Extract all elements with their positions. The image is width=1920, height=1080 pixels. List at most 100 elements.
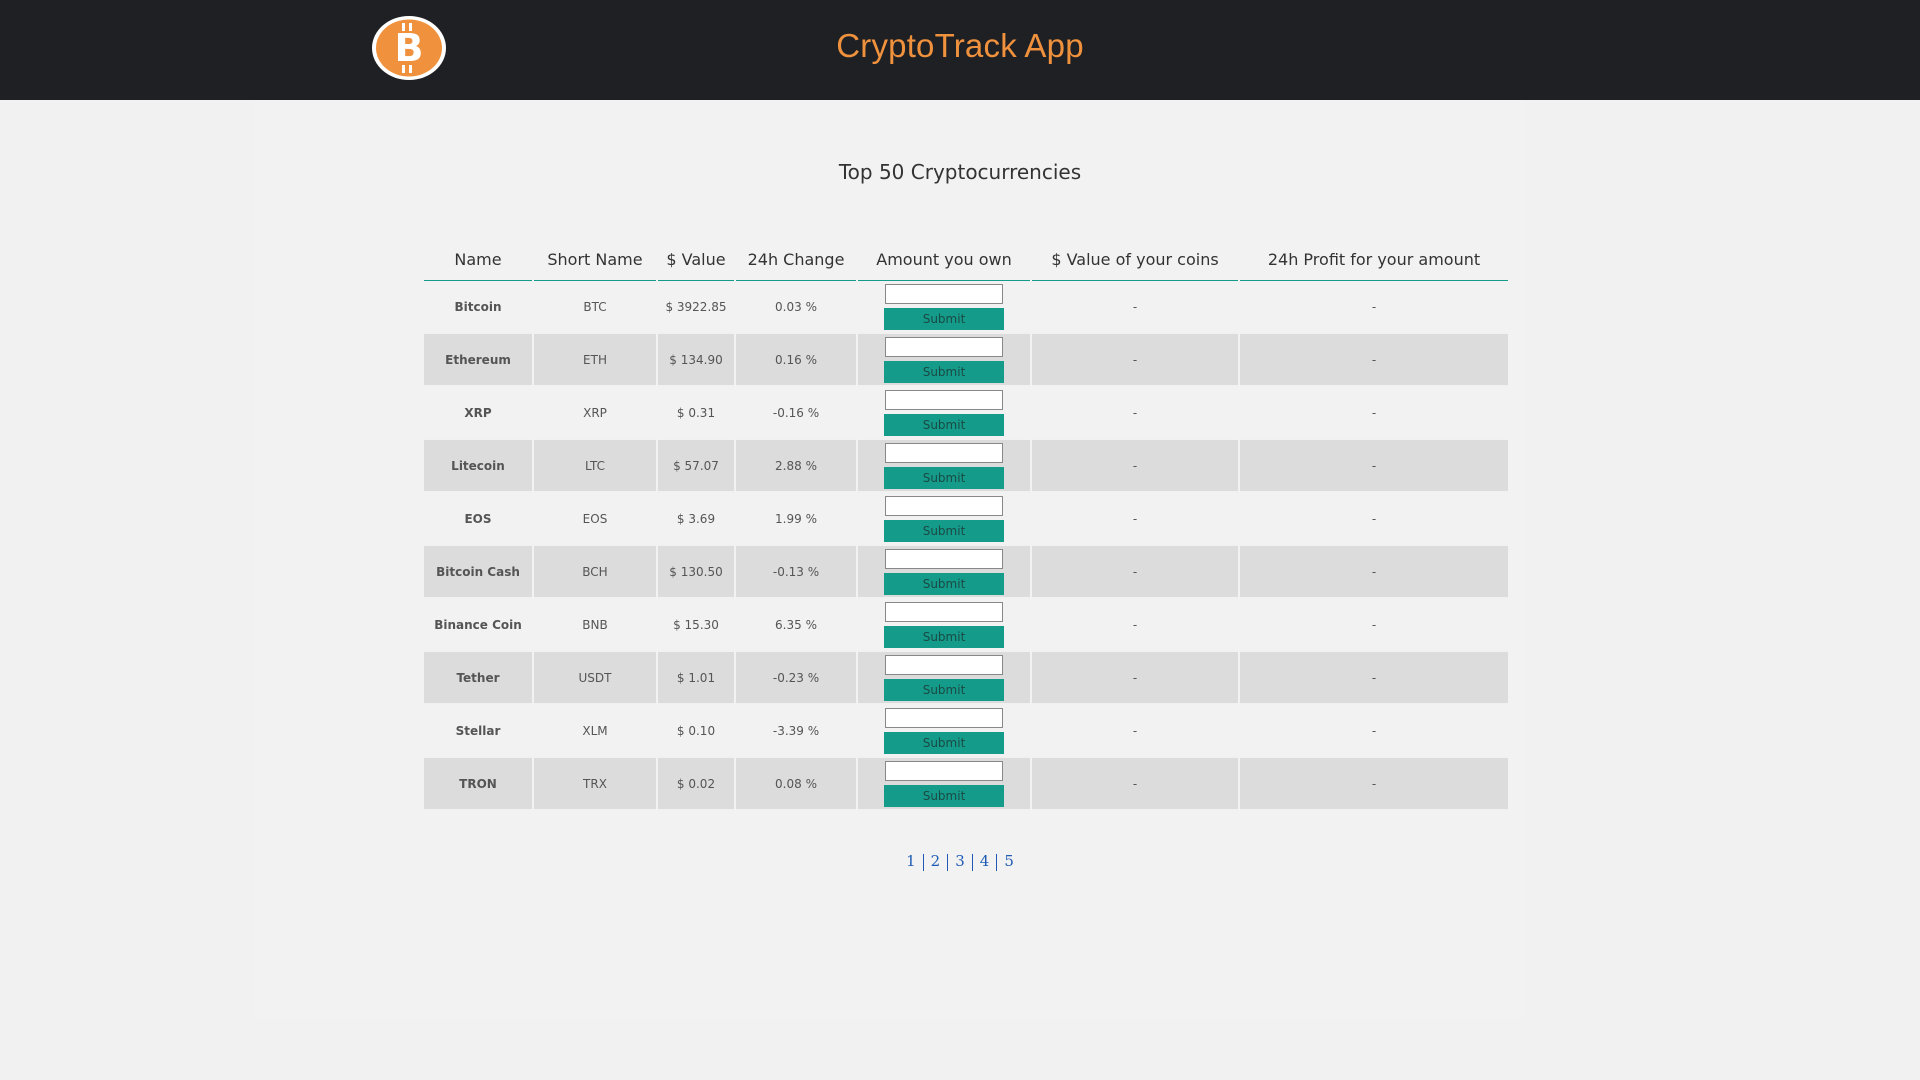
amount-input[interactable] bbox=[885, 760, 1003, 781]
coin-24h-profit: - bbox=[1240, 652, 1508, 705]
coin-value: $ 134.90 bbox=[658, 334, 734, 387]
table-row: Litecoin LTC $ 57.07 2.88 % Submit - - bbox=[424, 440, 1508, 493]
coin-24h-profit: - bbox=[1240, 334, 1508, 387]
coins-value: - bbox=[1032, 334, 1238, 387]
header-value: $ Value bbox=[658, 238, 734, 281]
coin-name[interactable]: Ethereum bbox=[424, 334, 532, 387]
coin-value: $ 15.30 bbox=[658, 599, 734, 652]
submit-button[interactable]: Submit bbox=[884, 360, 1004, 383]
coin-short-name: BCH bbox=[534, 546, 656, 599]
coin-short-name: USDT bbox=[534, 652, 656, 705]
coin-name[interactable]: Binance Coin bbox=[424, 599, 532, 652]
amount-input[interactable] bbox=[885, 495, 1003, 516]
submit-button[interactable]: Submit bbox=[884, 466, 1004, 489]
table-row: TRON TRX $ 0.02 0.08 % Submit - - bbox=[424, 758, 1508, 811]
coin-value: $ 130.50 bbox=[658, 546, 734, 599]
coin-name[interactable]: TRON bbox=[424, 758, 532, 811]
pagination: 12345 bbox=[0, 852, 1920, 871]
coin-short-name: ETH bbox=[534, 334, 656, 387]
coins-value: - bbox=[1032, 493, 1238, 546]
table-row: Binance Coin BNB $ 15.30 6.35 % Submit - - bbox=[424, 599, 1508, 652]
coin-24h-change: 1.99 % bbox=[736, 493, 856, 546]
header-24h-profit: 24h Profit for your amount bbox=[1240, 238, 1508, 281]
coin-value: $ 3922.85 bbox=[658, 281, 734, 334]
header-24h-change: 24h Change bbox=[736, 238, 856, 281]
amount-cell: Submit bbox=[858, 599, 1030, 652]
coin-name[interactable]: Litecoin bbox=[424, 440, 532, 493]
coin-24h-change: 0.16 % bbox=[736, 334, 856, 387]
amount-input[interactable] bbox=[885, 548, 1003, 569]
amount-cell: Submit bbox=[858, 440, 1030, 493]
coin-short-name: TRX bbox=[534, 758, 656, 811]
amount-input[interactable] bbox=[885, 442, 1003, 463]
submit-button[interactable]: Submit bbox=[884, 731, 1004, 754]
coin-name[interactable]: Stellar bbox=[424, 705, 532, 758]
app-title: CryptoTrack App bbox=[836, 27, 1084, 64]
amount-input[interactable] bbox=[885, 389, 1003, 410]
submit-button[interactable]: Submit bbox=[884, 413, 1004, 436]
coin-name[interactable]: Bitcoin bbox=[424, 281, 532, 334]
coin-value: $ 0.10 bbox=[658, 705, 734, 758]
table-header-row: Name Short Name $ Value 24h Change Amoun… bbox=[424, 238, 1508, 281]
amount-cell: Submit bbox=[858, 705, 1030, 758]
coin-24h-profit: - bbox=[1240, 705, 1508, 758]
table-row: XRP XRP $ 0.31 -0.16 % Submit - - bbox=[424, 387, 1508, 440]
amount-input[interactable] bbox=[885, 336, 1003, 357]
coin-24h-change: -3.39 % bbox=[736, 705, 856, 758]
coins-value: - bbox=[1032, 281, 1238, 334]
coin-24h-change: -0.13 % bbox=[736, 546, 856, 599]
coin-24h-profit: - bbox=[1240, 599, 1508, 652]
coins-value: - bbox=[1032, 440, 1238, 493]
coin-24h-change: 0.08 % bbox=[736, 758, 856, 811]
submit-button[interactable]: Submit bbox=[884, 784, 1004, 807]
submit-button[interactable]: Submit bbox=[884, 519, 1004, 542]
submit-button[interactable]: Submit bbox=[884, 572, 1004, 595]
app-header: B CryptoTrack App bbox=[0, 0, 1920, 100]
amount-input[interactable] bbox=[885, 707, 1003, 728]
coin-short-name: LTC bbox=[534, 440, 656, 493]
submit-button[interactable]: Submit bbox=[884, 625, 1004, 648]
coins-value: - bbox=[1032, 652, 1238, 705]
coin-name[interactable]: EOS bbox=[424, 493, 532, 546]
coin-name[interactable]: Tether bbox=[424, 652, 532, 705]
coin-value: $ 3.69 bbox=[658, 493, 734, 546]
coin-24h-profit: - bbox=[1240, 546, 1508, 599]
amount-input[interactable] bbox=[885, 283, 1003, 304]
coin-name[interactable]: XRP bbox=[424, 387, 532, 440]
page-link-3[interactable]: 3 bbox=[948, 852, 972, 870]
coin-name[interactable]: Bitcoin Cash bbox=[424, 546, 532, 599]
coin-short-name: XRP bbox=[534, 387, 656, 440]
page-link-1[interactable]: 1 bbox=[899, 852, 923, 870]
amount-cell: Submit bbox=[858, 758, 1030, 811]
coin-24h-change: 0.03 % bbox=[736, 281, 856, 334]
coin-value: $ 0.31 bbox=[658, 387, 734, 440]
page-link-2[interactable]: 2 bbox=[924, 852, 948, 870]
coins-value: - bbox=[1032, 705, 1238, 758]
coins-value: - bbox=[1032, 546, 1238, 599]
amount-input[interactable] bbox=[885, 601, 1003, 622]
header-coins-value: $ Value of your coins bbox=[1032, 238, 1238, 281]
amount-cell: Submit bbox=[858, 546, 1030, 599]
coin-value: $ 1.01 bbox=[658, 652, 734, 705]
table-row: Tether USDT $ 1.01 -0.23 % Submit - - bbox=[424, 652, 1508, 705]
page-link-4[interactable]: 4 bbox=[973, 852, 997, 870]
header-amount-owned: Amount you own bbox=[858, 238, 1030, 281]
coin-short-name: EOS bbox=[534, 493, 656, 546]
coin-24h-profit: - bbox=[1240, 493, 1508, 546]
table-row: Ethereum ETH $ 134.90 0.16 % Submit - - bbox=[424, 334, 1508, 387]
coin-24h-profit: - bbox=[1240, 758, 1508, 811]
header-name: Name bbox=[424, 238, 532, 281]
coin-24h-change: -0.23 % bbox=[736, 652, 856, 705]
amount-cell: Submit bbox=[858, 652, 1030, 705]
coin-24h-change: 6.35 % bbox=[736, 599, 856, 652]
coin-24h-change: -0.16 % bbox=[736, 387, 856, 440]
coin-value: $ 57.07 bbox=[658, 440, 734, 493]
amount-input[interactable] bbox=[885, 654, 1003, 675]
coin-24h-profit: - bbox=[1240, 440, 1508, 493]
submit-button[interactable]: Submit bbox=[884, 678, 1004, 701]
amount-cell: Submit bbox=[858, 281, 1030, 334]
submit-button[interactable]: Submit bbox=[884, 307, 1004, 330]
page-link-5[interactable]: 5 bbox=[997, 852, 1021, 870]
coin-short-name: BNB bbox=[534, 599, 656, 652]
table-row: EOS EOS $ 3.69 1.99 % Submit - - bbox=[424, 493, 1508, 546]
